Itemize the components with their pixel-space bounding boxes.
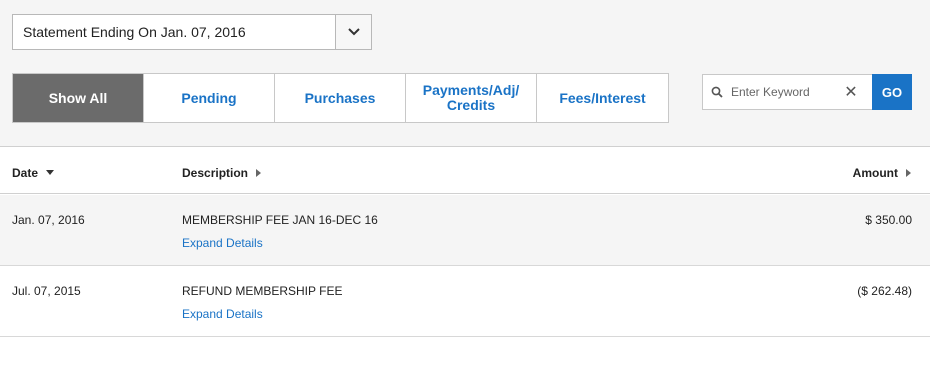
- table-row: Jan. 07, 2016 MEMBERSHIP FEE JAN 16-DEC …: [0, 195, 930, 266]
- transaction-date: Jul. 07, 2015: [12, 284, 81, 298]
- search-box: ✕: [702, 74, 872, 110]
- transaction-date: Jan. 07, 2016: [12, 213, 85, 227]
- statement-dropdown[interactable]: Statement Ending On Jan. 07, 2016: [12, 14, 372, 50]
- transaction-amount: ($ 262.48): [857, 284, 912, 298]
- sort-down-icon: [46, 170, 55, 176]
- column-header-date[interactable]: Date: [12, 166, 55, 180]
- tab-pending[interactable]: Pending: [144, 74, 275, 122]
- table-row: Jul. 07, 2015 REFUND MEMBERSHIP FEE Expa…: [0, 266, 930, 337]
- search-input[interactable]: [727, 85, 837, 99]
- clear-icon[interactable]: ✕: [837, 82, 865, 102]
- transaction-amount: $ 350.00: [865, 213, 912, 227]
- statement-dropdown-label: Statement Ending On Jan. 07, 2016: [23, 24, 246, 40]
- table-header: Date Description Amount: [0, 148, 930, 194]
- expand-details-link[interactable]: Expand Details: [182, 307, 263, 321]
- tab-fees-interest[interactable]: Fees/Interest: [537, 74, 668, 122]
- sort-right-icon: [256, 169, 262, 177]
- go-button[interactable]: GO: [872, 74, 912, 110]
- column-header-amount[interactable]: Amount: [853, 166, 912, 180]
- transaction-filter-tabs: Show All Pending Purchases Payments/Adj/…: [12, 73, 669, 123]
- column-header-description-label: Description: [182, 166, 249, 180]
- keyword-search: ✕ GO: [702, 74, 912, 110]
- filter-area: Statement Ending On Jan. 07, 2016 Show A…: [0, 0, 930, 147]
- tab-purchases[interactable]: Purchases: [275, 74, 406, 122]
- search-icon: [703, 86, 727, 98]
- transaction-description: MEMBERSHIP FEE JAN 16-DEC 16: [182, 213, 378, 227]
- sort-right-icon: [906, 169, 912, 177]
- expand-details-link[interactable]: Expand Details: [182, 236, 263, 250]
- tab-payments-adj-credits[interactable]: Payments/Adj/ Credits: [406, 74, 537, 122]
- column-header-description[interactable]: Description: [182, 166, 262, 180]
- chevron-down-icon[interactable]: [335, 15, 371, 49]
- transaction-description: REFUND MEMBERSHIP FEE: [182, 284, 343, 298]
- column-header-date-label: Date: [12, 166, 39, 180]
- tab-show-all[interactable]: Show All: [13, 74, 144, 122]
- column-header-amount-label: Amount: [852, 166, 898, 180]
